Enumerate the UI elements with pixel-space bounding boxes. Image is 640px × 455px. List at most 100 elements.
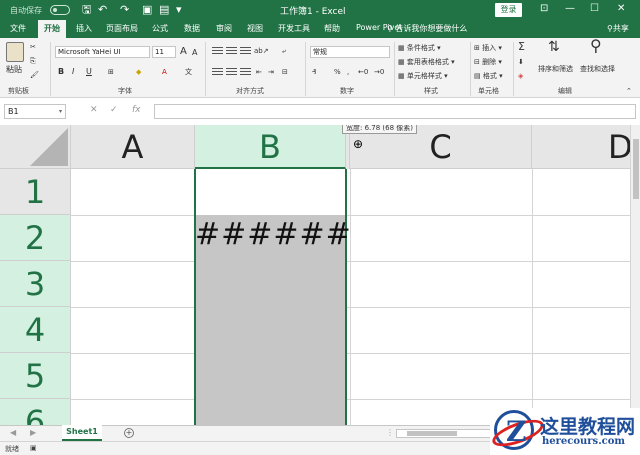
italic-button[interactable]: I	[72, 66, 74, 77]
delete-cells-button[interactable]: ⊟ 删除 ▾	[474, 57, 502, 67]
add-sheet-icon[interactable]: +	[124, 428, 134, 438]
align-center-icon[interactable]	[226, 68, 237, 77]
font-size-dropdown[interactable]: 11	[152, 46, 176, 58]
horizontal-scrollbar[interactable]	[396, 429, 496, 438]
print-preview-icon[interactable]: ▤	[159, 3, 169, 17]
row-header-6[interactable]: 6	[0, 399, 71, 425]
sheet-tab-sheet1[interactable]: Sheet1	[62, 425, 102, 441]
formula-input[interactable]	[154, 104, 636, 119]
find-select-button[interactable]: 查找和选择	[580, 64, 615, 74]
shrink-font-button[interactable]: A	[192, 47, 197, 58]
select-all-button[interactable]	[0, 125, 71, 169]
paste-button[interactable]: 粘贴	[6, 64, 22, 75]
column-header-b[interactable]: B	[195, 125, 346, 169]
tab-help[interactable]: 帮助	[324, 23, 340, 34]
sort-filter-button[interactable]: 排序和筛选	[538, 64, 573, 74]
share-button[interactable]: ⚲共享	[607, 23, 629, 34]
cancel-icon[interactable]: ✕	[90, 105, 98, 115]
align-right-icon[interactable]	[240, 68, 251, 77]
paste-icon[interactable]	[6, 42, 24, 62]
copy-icon[interactable]: ⎘	[30, 56, 36, 66]
accounting-icon[interactable]: ₰	[312, 67, 316, 77]
phonetic-icon[interactable]: 文	[185, 67, 192, 77]
align-middle-icon[interactable]	[226, 47, 237, 56]
tab-file[interactable]: 文件	[10, 23, 26, 34]
scrollbar-thumb[interactable]	[633, 139, 639, 199]
comma-icon[interactable]: ,	[347, 67, 349, 77]
tab-review[interactable]: 审阅	[216, 23, 232, 34]
group-label-number: 数字	[340, 87, 354, 95]
divider	[50, 42, 51, 96]
cut-icon[interactable]: ✂	[30, 42, 36, 52]
fill-color-icon[interactable]: ◆	[136, 67, 141, 77]
column-header-a[interactable]: A	[71, 125, 195, 169]
tab-formulas[interactable]: 公式	[152, 23, 168, 34]
insert-function-icon[interactable]: fx	[132, 105, 141, 115]
form-icon[interactable]: ▣	[142, 3, 152, 17]
increase-indent-icon[interactable]: ⇥	[268, 67, 274, 77]
tab-data[interactable]: 数据	[184, 23, 200, 34]
underline-button[interactable]: U	[86, 66, 92, 77]
save-icon[interactable]: 🖫	[82, 3, 91, 17]
row-header-5[interactable]: 5	[0, 353, 71, 399]
row-header-3[interactable]: 3	[0, 261, 71, 307]
split-handle-icon[interactable]: ⋮	[386, 428, 394, 437]
tab-page-layout[interactable]: 页面布局	[106, 23, 138, 34]
ribbon-display-icon[interactable]: ⊡	[540, 2, 548, 16]
bold-button[interactable]: B	[58, 66, 64, 77]
enter-icon[interactable]: ✓	[110, 105, 118, 115]
tab-insert[interactable]: 插入	[76, 23, 92, 34]
format-cells-button[interactable]: ▤ 格式 ▾	[474, 71, 503, 81]
border-icon[interactable]: ⊞	[108, 67, 114, 77]
format-painter-icon[interactable]: 🖌	[30, 70, 39, 80]
prev-sheet-icon[interactable]: ◀	[10, 428, 16, 437]
clear-icon[interactable]: ◈	[518, 71, 523, 81]
increase-decimal-icon[interactable]: ←0	[358, 67, 368, 77]
minimize-icon[interactable]: —	[565, 2, 575, 16]
vertical-scrollbar[interactable]	[630, 125, 640, 425]
fill-icon[interactable]: ⬇	[518, 57, 524, 67]
decrease-decimal-icon[interactable]: →0	[374, 67, 384, 77]
row-header-4[interactable]: 4	[0, 307, 71, 353]
cell-b2-value[interactable]: ######	[195, 217, 351, 252]
customize-icon[interactable]: ▾	[176, 3, 182, 17]
redo-icon[interactable]: ↷	[120, 3, 129, 17]
maximize-icon[interactable]: ☐	[590, 2, 599, 16]
undo-icon[interactable]: ↶	[98, 3, 107, 17]
format-table-button[interactable]: ▦ 套用表格格式 ▾	[398, 57, 455, 67]
wrap-text-icon[interactable]: ⤶	[282, 46, 286, 56]
decrease-indent-icon[interactable]: ⇤	[256, 67, 262, 77]
align-bottom-icon[interactable]	[240, 47, 251, 56]
grow-font-button[interactable]: A	[180, 46, 187, 57]
tab-developer[interactable]: 开发工具	[278, 23, 310, 34]
sort-filter-icon[interactable]: ⇅	[548, 40, 560, 54]
row-header-2[interactable]: 2	[0, 215, 71, 261]
collapse-ribbon-icon[interactable]: ⌃	[626, 86, 632, 96]
tab-home[interactable]: 开始	[38, 20, 66, 38]
font-name-dropdown[interactable]: Microsoft YaHei UI	[55, 46, 150, 58]
macro-record-icon[interactable]: ▣	[30, 444, 37, 452]
close-icon[interactable]: ✕	[617, 2, 625, 16]
login-button[interactable]: 登录	[495, 3, 522, 17]
scrollbar-thumb[interactable]	[407, 431, 457, 436]
orientation-icon[interactable]: ab↗	[254, 46, 269, 56]
font-color-icon[interactable]: A	[162, 67, 167, 77]
tab-view[interactable]: 视图	[247, 23, 263, 34]
align-left-icon[interactable]	[212, 68, 223, 77]
insert-cells-button[interactable]: ⊞ 插入 ▾	[474, 43, 502, 53]
tell-me-search[interactable]: ⚲ 告诉我你想要做什么	[387, 23, 467, 34]
autosave-toggle[interactable]	[50, 5, 70, 15]
find-select-icon[interactable]: ⚲	[590, 38, 602, 54]
cell-styles-button[interactable]: ▦ 单元格样式 ▾	[398, 71, 448, 81]
row-header-1[interactable]: 1	[0, 169, 71, 215]
next-sheet-icon[interactable]: ▶	[30, 428, 36, 437]
autosum-icon[interactable]: Σ	[518, 41, 525, 52]
number-format-dropdown[interactable]: 常规	[310, 46, 390, 58]
column-header-d[interactable]: D	[532, 125, 630, 169]
align-top-icon[interactable]	[212, 47, 223, 56]
merge-center-icon[interactable]: ⊟	[282, 67, 288, 77]
name-box[interactable]: B1 ▾	[4, 104, 66, 119]
percent-icon[interactable]: %	[334, 67, 341, 77]
worksheet-grid[interactable]: A B C D 1 2 3 4 5 6 ###### 宽度: 6.78 (68 …	[0, 125, 630, 425]
conditional-format-button[interactable]: ▦ 条件格式 ▾	[398, 43, 441, 53]
